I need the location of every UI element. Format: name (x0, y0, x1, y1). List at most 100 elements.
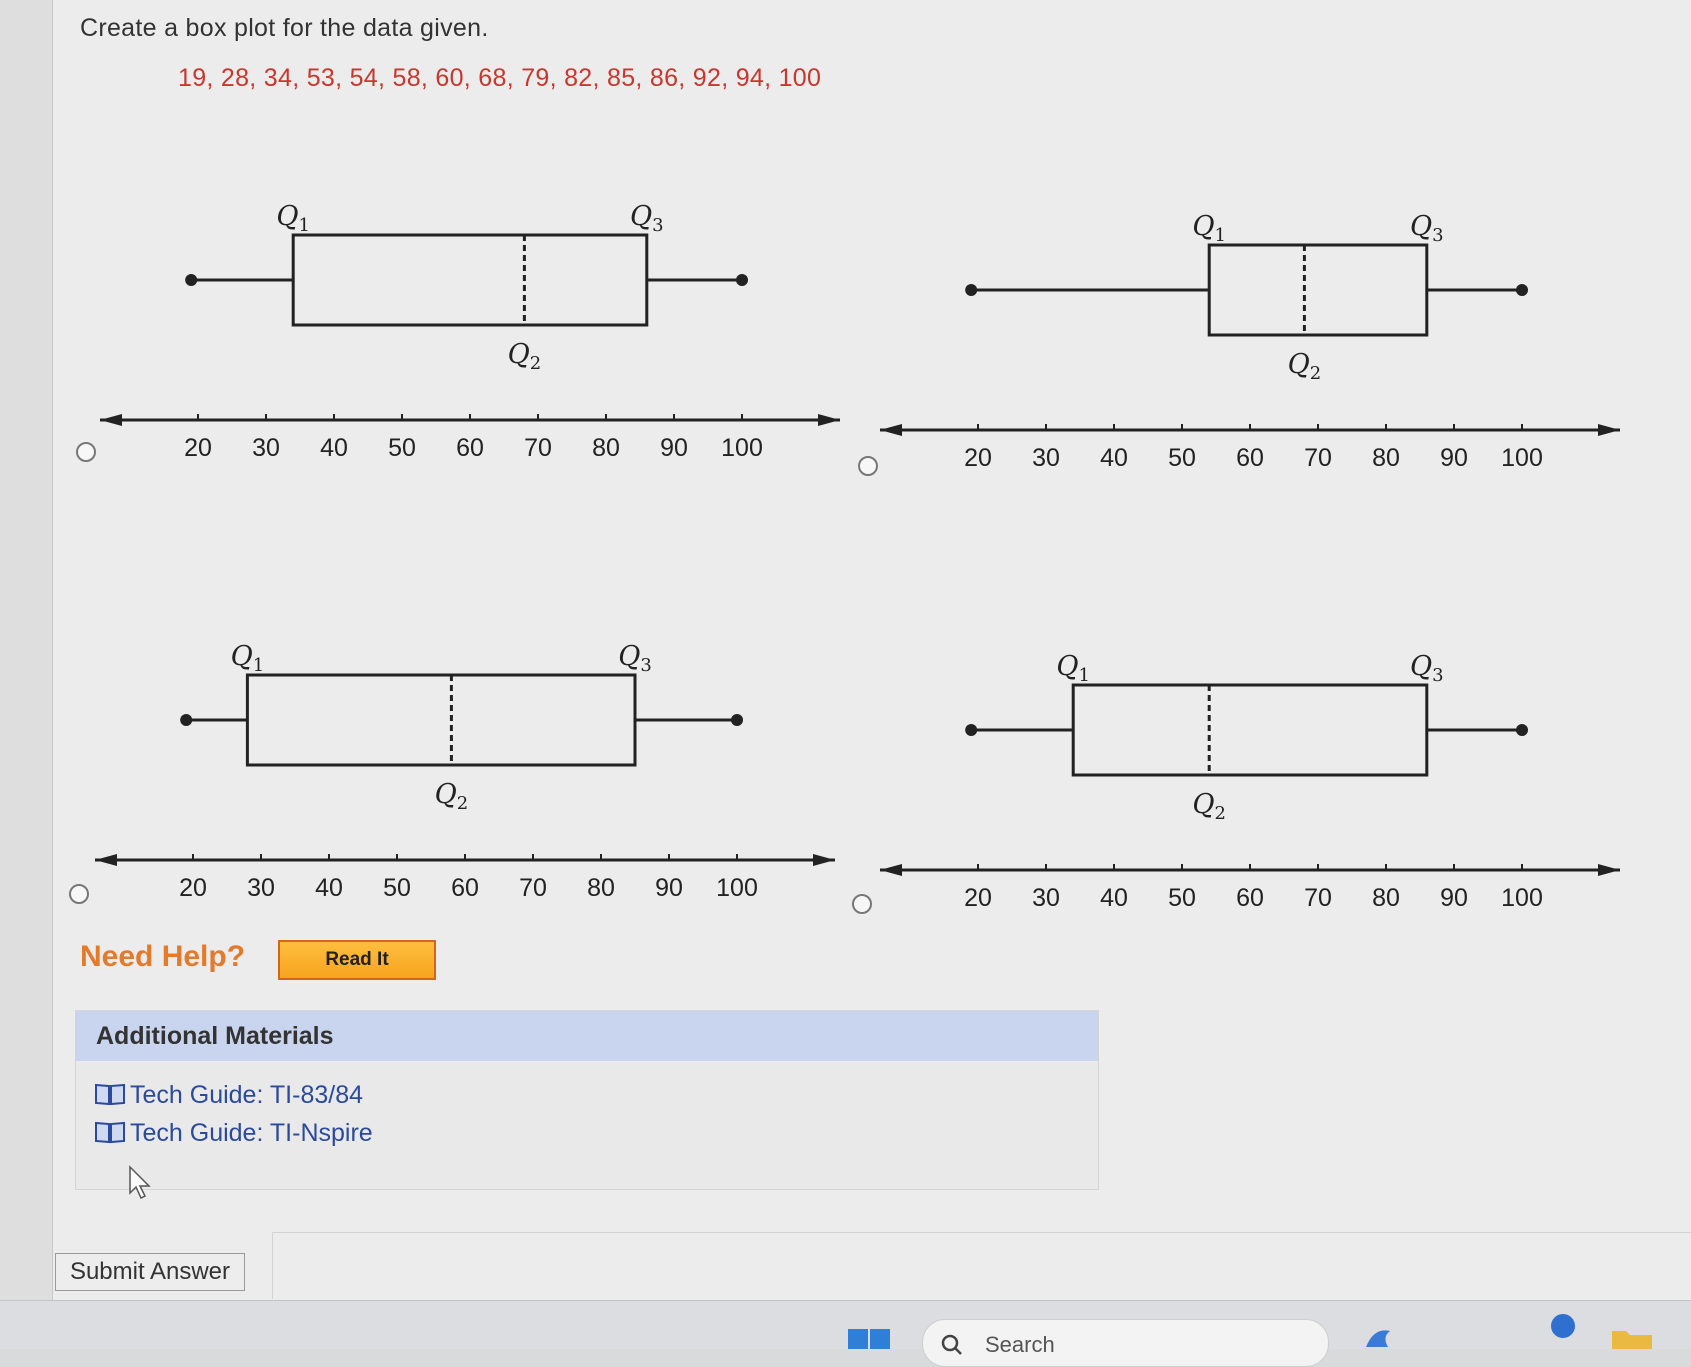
iqr-box (245, 673, 637, 767)
max-point (1516, 724, 1528, 736)
option-b: Q1 Q3 Q2 20 30 40 50 60 70 80 90 100 (850, 190, 1650, 510)
folder-icon[interactable] (1610, 1325, 1654, 1349)
q3-label: Q3 (618, 641, 652, 676)
submit-area (272, 1232, 1691, 1299)
tick-label: 60 (456, 434, 484, 462)
option-d: Q1 Q3 Q2 20 30 40 50 60 70 80 90 100 (850, 630, 1650, 950)
read-it-button[interactable]: Read It (278, 940, 436, 980)
q3-label: Q3 (1410, 211, 1444, 246)
taskbar-search[interactable]: Search (922, 1319, 1329, 1367)
number-line-arrow-left (880, 424, 902, 436)
tick-label: 80 (587, 874, 615, 902)
tick-label: 40 (315, 874, 343, 902)
q2-label: Q2 (1192, 789, 1226, 824)
min-point (965, 724, 978, 736)
tick-label: 20 (964, 444, 992, 472)
q1-label: Q1 (231, 641, 265, 676)
box-plot-d: Q1 Q3 Q2 20 30 40 50 60 70 80 90 100 (880, 651, 1620, 912)
min-point (965, 284, 978, 296)
box-plot-c: Q1 Q3 Q2 20 30 40 50 60 70 80 90 100 (95, 641, 835, 902)
tick-label: 90 (1440, 444, 1468, 472)
tick-label: 40 (1100, 444, 1128, 472)
left-strip (0, 0, 53, 1300)
search-placeholder: Search (985, 1332, 1055, 1357)
q1-label: Q1 (276, 201, 310, 236)
tick-label: 60 (1236, 444, 1264, 472)
mouse-cursor-icon (129, 1165, 151, 1200)
tick-label: 70 (1304, 444, 1332, 472)
tick-label: 50 (383, 874, 411, 902)
tick-label: 80 (592, 434, 620, 462)
tick-label: 30 (247, 874, 275, 902)
tick-label: 70 (1304, 884, 1332, 912)
book-icon (95, 1083, 125, 1106)
tick-label: 50 (1168, 444, 1196, 472)
search-icon (941, 1334, 962, 1355)
additional-materials-header: Additional Materials (76, 1011, 1098, 1061)
tick-label: 90 (1440, 884, 1468, 912)
tick-label: 60 (1236, 884, 1264, 912)
tick-label: 40 (320, 434, 348, 462)
submit-answer-button[interactable]: Submit Answer (55, 1253, 245, 1291)
q3-label: Q3 (630, 201, 664, 236)
tick-label: 50 (1168, 884, 1196, 912)
windows-start-icon[interactable] (848, 1327, 892, 1349)
tick-label: 100 (1501, 884, 1543, 912)
book-icon (95, 1121, 125, 1144)
copilot-icon[interactable] (1362, 1325, 1396, 1349)
iqr-box (291, 233, 649, 327)
tech-guide-nspire-link[interactable]: Tech Guide: TI-Nspire (94, 1119, 373, 1148)
tick-label: 30 (1032, 884, 1060, 912)
tick-label: 30 (1032, 444, 1060, 472)
tick-label: 70 (524, 434, 552, 462)
notification-badge-icon[interactable] (1550, 1313, 1576, 1339)
min-point (180, 714, 193, 726)
max-point (736, 274, 748, 286)
tick-label: 80 (1372, 444, 1400, 472)
max-point (1516, 284, 1528, 296)
box-plot-b: Q1 Q3 Q2 20 30 40 50 60 70 80 90 100 (880, 211, 1620, 472)
tick-label: 40 (1100, 884, 1128, 912)
dataset-values: 19, 28, 34, 53, 54, 58, 60, 68, 79, 82, … (178, 64, 822, 92)
tick-label: 100 (721, 434, 763, 462)
iqr-box (1071, 683, 1429, 777)
box-plot-a: Q1 Q3 Q2 20 30 40 50 60 70 80 90 100 (100, 201, 840, 462)
q1-label: Q1 (1056, 651, 1090, 686)
tick-label: 70 (519, 874, 547, 902)
q2-label: Q2 (1288, 349, 1322, 384)
taskbar: Search (0, 1300, 1691, 1367)
additional-materials-panel: Additional Materials Tech Guide: TI-83/8… (75, 1010, 1099, 1190)
min-point (185, 274, 198, 286)
number-line-arrow-left (880, 864, 902, 876)
number-line-arrow-right (1598, 424, 1620, 436)
q3-label: Q3 (1410, 651, 1444, 686)
tick-label: 20 (184, 434, 212, 462)
option-c: Q1 Q3 Q2 20 30 40 50 60 70 80 90 100 (65, 620, 865, 940)
tick-label: 50 (388, 434, 416, 462)
tick-label: 90 (660, 434, 688, 462)
q1-label: Q1 (1192, 211, 1226, 246)
tick-label: 20 (179, 874, 207, 902)
number-line-arrow-left (95, 854, 117, 866)
tick-label: 100 (716, 874, 758, 902)
iqr-box (1207, 243, 1429, 337)
tech-guide-ti83-link[interactable]: Tech Guide: TI-83/84 (94, 1081, 363, 1110)
max-point (731, 714, 743, 726)
tick-label: 60 (451, 874, 479, 902)
tech-guide-ti83-label: Tech Guide: TI-83/84 (130, 1081, 364, 1109)
number-line-arrow-right (1598, 864, 1620, 876)
page: Create a box plot for the data given. 19… (0, 0, 1691, 1300)
q2-label: Q2 (508, 339, 542, 374)
tech-guide-nspire-label: Tech Guide: TI-Nspire (130, 1119, 373, 1147)
number-line-arrow-right (813, 854, 835, 866)
number-line-arrow-left (100, 414, 122, 426)
option-a: Q1 Q3 Q2 20 30 40 50 60 70 80 90 100 (70, 180, 870, 500)
tick-label: 20 (964, 884, 992, 912)
tick-label: 90 (655, 874, 683, 902)
tick-label: 30 (252, 434, 280, 462)
tick-label: 100 (1501, 444, 1543, 472)
tick-label: 80 (1372, 884, 1400, 912)
need-help-label: Need Help? (80, 940, 246, 973)
number-line-arrow-right (818, 414, 840, 426)
q2-label: Q2 (435, 779, 469, 814)
